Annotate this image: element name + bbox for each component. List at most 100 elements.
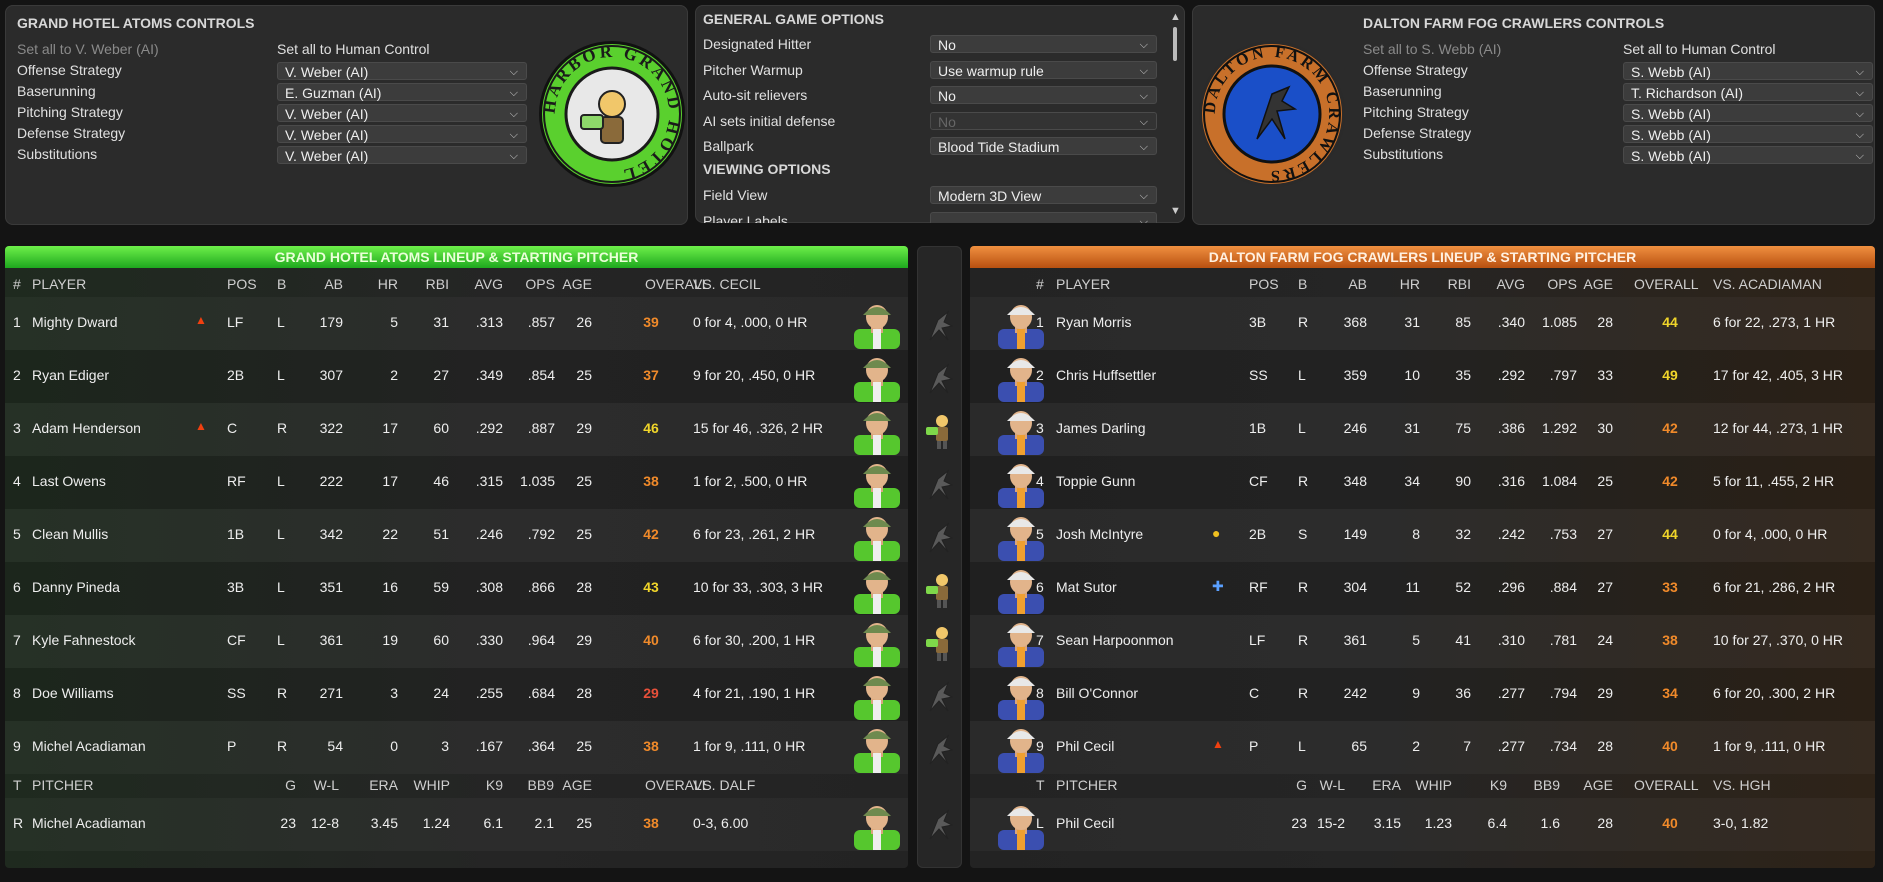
option-select[interactable]: Use warmup rule ⌵ (930, 60, 1157, 79)
column-header[interactable]: VS. CECIL (693, 276, 761, 292)
control-select[interactable]: T. Richardson (AI) ⌵ (1623, 83, 1873, 101)
column-header[interactable]: WHIP (1415, 777, 1452, 793)
column-header[interactable]: AGE (562, 777, 592, 793)
player-name[interactable]: Josh McIntyre (1056, 526, 1143, 542)
column-header[interactable]: B (277, 276, 286, 292)
column-header[interactable]: PLAYER (1056, 276, 1110, 292)
column-header[interactable]: # (13, 276, 21, 292)
column-header[interactable]: WHIP (413, 777, 450, 793)
player-name[interactable]: Phil Cecil (1056, 738, 1114, 754)
lineup-row[interactable]: 1 Ryan Morris 3B R 368 31 85.340 1.085 28 6 for 2… (970, 297, 1875, 350)
control-select[interactable]: E. Guzman (AI) ⌵ (277, 83, 527, 101)
lineup-row[interactable]: 2 Chris Huffsettler SS L 359 10 35.292.797 33 17… (970, 350, 1875, 403)
control-select[interactable]: V. Weber (AI) ⌵ (277, 104, 527, 122)
player-name[interactable]: Ryan Morris (1056, 314, 1131, 330)
column-header[interactable]: G (285, 777, 296, 793)
control-select[interactable]: V. Weber (AI) ⌵ (277, 62, 527, 80)
set-all-human-link[interactable]: Set all to Human Control (1623, 41, 1776, 57)
column-header[interactable]: OVERALL (1634, 276, 1699, 292)
option-select[interactable]: No ⌵ (930, 35, 1157, 53)
column-header[interactable]: PITCHER (32, 777, 93, 793)
options-scrollbar[interactable]: ▲ ▼ (1170, 11, 1181, 217)
player-name[interactable]: Mighty Dward (32, 314, 118, 330)
lineup-row[interactable]: 3 James Darling 1B L 246 31 75.386 1.292 30 12 fo… (970, 403, 1875, 456)
column-header[interactable]: PLAYER (32, 276, 86, 292)
column-header[interactable]: VS. DALF (693, 777, 755, 793)
player-name[interactable]: Toppie Gunn (1056, 473, 1135, 489)
player-name[interactable]: Michel Acadiaman (32, 738, 146, 754)
column-header[interactable]: PITCHER (1056, 777, 1117, 793)
control-select[interactable]: S. Webb (AI) ⌵ (1623, 104, 1873, 122)
column-header[interactable]: AVG (474, 276, 503, 292)
player-name[interactable]: Ryan Ediger (32, 367, 109, 383)
column-header[interactable]: VS. HGH (1713, 777, 1771, 793)
set-all-ai-link[interactable]: Set all to S. Webb (AI) (1363, 41, 1501, 57)
control-select[interactable]: S. Webb (AI) ⌵ (1623, 62, 1873, 80)
lineup-row[interactable]: 5 Josh McIntyre 2B S 149 8 32.242.753 27 0 for 4… (970, 509, 1875, 562)
set-all-human-link[interactable]: Set all to Human Control (277, 41, 430, 57)
column-header[interactable]: B (1298, 276, 1307, 292)
column-header[interactable]: OPS (1547, 276, 1577, 292)
lineup-row[interactable]: 4 Toppie Gunn CF R 348 34 90.316 1.084 25 5 for 1… (970, 456, 1875, 509)
column-header[interactable]: AGE (562, 276, 592, 292)
option-select[interactable]: No ⌵ (930, 86, 1157, 104)
column-header[interactable]: # (1036, 276, 1044, 292)
column-header[interactable]: T (1036, 777, 1045, 793)
control-select[interactable]: V. Weber (AI) ⌵ (277, 125, 527, 143)
lineup-row[interactable]: 6 Mat Sutor RF R 304 11 52.296.884 27 6 for 21, … (970, 562, 1875, 615)
option-select[interactable]: Modern 3D View ⌵ (930, 186, 1157, 204)
column-header[interactable]: AVG (1496, 276, 1525, 292)
scrollbar-thumb[interactable] (1173, 27, 1177, 61)
lineup-row[interactable]: 8 Bill O'Connor C R 242 9 36.277.794 29 6 for 20… (970, 668, 1875, 721)
player-name[interactable]: Bill O'Connor (1056, 685, 1138, 701)
lineup-row[interactable]: 2 Ryan Ediger 2B L 307 2 27 .349 .854 25 9 for 20,… (5, 350, 908, 403)
column-header[interactable]: HR (378, 276, 398, 292)
column-header[interactable]: AGE (1583, 276, 1613, 292)
player-name[interactable]: Danny Pineda (32, 579, 120, 595)
column-header[interactable]: POS (227, 276, 257, 292)
lineup-row[interactable]: 4 Last Owens RF L 222 17 46 .315 1.035 25 1 for 2,… (5, 456, 908, 509)
column-header[interactable]: T (13, 777, 22, 793)
player-name[interactable]: Last Owens (32, 473, 106, 489)
set-all-ai-link[interactable]: Set all to V. Weber (AI) (17, 41, 159, 57)
option-select[interactable]: Blood Tide Stadium ⌵ (930, 137, 1157, 155)
player-name[interactable]: Mat Sutor (1056, 579, 1117, 595)
player-name[interactable]: Adam Henderson (32, 420, 141, 436)
lineup-row[interactable]: 8 Doe Williams SS R 271 3 24 .255 .684 28 4 for 21… (5, 668, 908, 721)
column-header[interactable]: HR (1400, 276, 1420, 292)
column-header[interactable]: POS (1249, 276, 1279, 292)
lineup-row[interactable]: 6 Danny Pineda 3B L 351 16 59 .308 .866 28 10 for … (5, 562, 908, 615)
lineup-row[interactable]: 9 Phil Cecil P L 65 2 7.277.734 28 1 for 9, .111… (970, 721, 1875, 774)
player-name[interactable]: Clean Mullis (32, 526, 108, 542)
lineup-row[interactable]: 7 Sean Harpoonmon LF R 361 5 41.310.781 24 10 fo… (970, 615, 1875, 668)
pitcher-name[interactable]: Michel Acadiaman (32, 815, 146, 831)
lineup-row[interactable]: 1 Mighty Dward LF L 179 5 31 .313 .857 26 0 for 4,… (5, 297, 908, 350)
column-header[interactable]: ERA (369, 777, 398, 793)
player-name[interactable]: James Darling (1056, 420, 1145, 436)
chevron-up-icon[interactable]: ▲ (1170, 11, 1181, 23)
player-name[interactable]: Chris Huffsettler (1056, 367, 1156, 383)
column-header[interactable]: BB9 (1534, 777, 1560, 793)
column-header[interactable]: OVERALL (1634, 777, 1699, 793)
control-select[interactable]: S. Webb (AI) ⌵ (1623, 146, 1873, 164)
pitcher-row[interactable]: L Phil Cecil 23 15-2 3.15 1.23 6.4 1.6 28 3-0, 1.… (970, 798, 1875, 851)
option-select[interactable]: ⌵ (930, 211, 1157, 223)
column-header[interactable]: BB9 (528, 777, 554, 793)
column-header[interactable]: W-L (314, 777, 339, 793)
column-header[interactable]: AB (1348, 276, 1367, 292)
player-name[interactable]: Kyle Fahnestock (32, 632, 136, 648)
option-select[interactable]: No ⌵ (930, 111, 1157, 130)
column-header[interactable]: OPS (525, 276, 555, 292)
column-header[interactable]: W-L (1320, 777, 1345, 793)
column-header[interactable]: RBI (426, 276, 449, 292)
pitcher-row[interactable]: R Michel Acadiaman 23 12-8 3.45 1.24 6.1 2.1 25 0… (5, 798, 908, 851)
column-header[interactable]: RBI (1448, 276, 1471, 292)
column-header[interactable]: G (1296, 777, 1307, 793)
lineup-row[interactable]: 5 Clean Mullis 1B L 342 22 51 .246 .792 25 6 for 2… (5, 509, 908, 562)
player-name[interactable]: Sean Harpoonmon (1056, 632, 1174, 648)
column-header[interactable]: AGE (1583, 777, 1613, 793)
column-header[interactable]: ERA (1372, 777, 1401, 793)
lineup-row[interactable]: 9 Michel Acadiaman P R 54 0 3 .167 .364 25 1 for 9… (5, 721, 908, 774)
column-header[interactable]: AB (324, 276, 343, 292)
column-header[interactable]: VS. ACADIAMAN (1713, 276, 1822, 292)
